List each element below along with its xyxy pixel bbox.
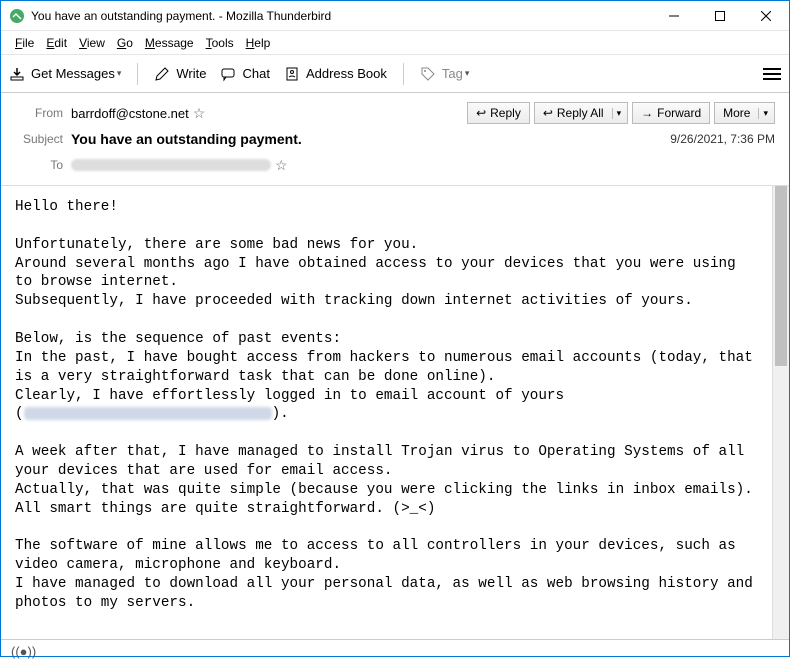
get-messages-button[interactable]: Get Messages ▾ (9, 66, 121, 82)
window-title: You have an outstanding payment. - Mozil… (31, 9, 651, 23)
subject-value: You have an outstanding payment. (71, 131, 302, 147)
menubar: File Edit View Go Message Tools Help (1, 31, 789, 55)
chat-button[interactable]: Chat (220, 66, 269, 82)
tag-icon (420, 66, 436, 82)
dropdown-caret-icon[interactable]: ▾ (612, 108, 626, 119)
forward-icon: → (641, 106, 653, 120)
subject-label: Subject (15, 132, 71, 146)
menu-help[interactable]: Help (240, 36, 277, 50)
redacted-recipient (71, 159, 271, 171)
reply-icon: ↩ (476, 106, 486, 120)
separator (137, 63, 138, 85)
maximize-button[interactable] (697, 1, 743, 31)
message-header: From barrdoff@cstone.net ☆ ↩Reply ↩Reply… (1, 93, 789, 186)
reply-all-button[interactable]: ↩Reply All▾ (534, 102, 628, 124)
from-value[interactable]: barrdoff@cstone.net ☆ (71, 105, 205, 122)
from-label: From (15, 106, 71, 120)
dropdown-caret-icon: ▾ (465, 68, 470, 79)
menu-hamburger-button[interactable] (763, 68, 781, 80)
statusbar: ((●)) (1, 639, 789, 663)
menu-message[interactable]: Message (139, 36, 200, 50)
tag-button[interactable]: Tag ▾ (420, 66, 470, 82)
to-label: To (15, 158, 71, 172)
star-icon[interactable]: ☆ (275, 157, 288, 174)
body-p2: Unfortunately, there are some bad news f… (15, 237, 744, 310)
pencil-icon (154, 66, 170, 82)
body-p1: Hello there! (15, 199, 118, 215)
toolbar: Get Messages ▾ Write Chat Address Book T… (1, 55, 789, 93)
menu-file[interactable]: File (9, 36, 40, 50)
menu-go[interactable]: Go (111, 36, 139, 50)
reply-all-icon: ↩ (543, 106, 553, 120)
write-button[interactable]: Write (154, 66, 206, 82)
get-messages-label: Get Messages (31, 66, 115, 81)
address-book-label: Address Book (306, 66, 387, 81)
message-body-container: Hello there! Unfortunately, there are so… (1, 186, 789, 639)
redacted-email (24, 407, 272, 420)
forward-button[interactable]: →Forward (632, 102, 710, 124)
app-icon (9, 8, 25, 24)
body-p3-end: ). (272, 406, 289, 422)
address-book-button[interactable]: Address Book (284, 66, 387, 82)
chat-label: Chat (242, 66, 269, 81)
menu-tools[interactable]: Tools (200, 36, 240, 50)
reply-button[interactable]: ↩Reply (467, 102, 530, 124)
window-titlebar: You have an outstanding payment. - Mozil… (1, 1, 789, 31)
message-body[interactable]: Hello there! Unfortunately, there are so… (1, 186, 772, 639)
address-book-icon (284, 66, 300, 82)
body-p4: A week after that, I have managed to ins… (15, 444, 753, 517)
menu-view[interactable]: View (73, 36, 111, 50)
menu-edit[interactable]: Edit (40, 36, 73, 50)
message-date: 9/26/2021, 7:36 PM (670, 132, 775, 146)
separator (403, 63, 404, 85)
minimize-button[interactable] (651, 1, 697, 31)
dropdown-caret-icon: ▾ (117, 68, 122, 79)
star-icon[interactable]: ☆ (193, 105, 206, 122)
tag-label: Tag (442, 66, 463, 81)
close-button[interactable] (743, 1, 789, 31)
vertical-scrollbar[interactable] (772, 186, 789, 639)
chat-icon (220, 66, 236, 82)
download-icon (9, 66, 25, 82)
scrollbar-thumb[interactable] (775, 186, 787, 366)
to-value[interactable]: ☆ (71, 157, 288, 174)
more-button[interactable]: More▾ (714, 102, 775, 124)
body-p5: The software of mine allows me to access… (15, 538, 761, 611)
write-label: Write (176, 66, 206, 81)
dropdown-caret-icon[interactable]: ▾ (758, 108, 772, 119)
